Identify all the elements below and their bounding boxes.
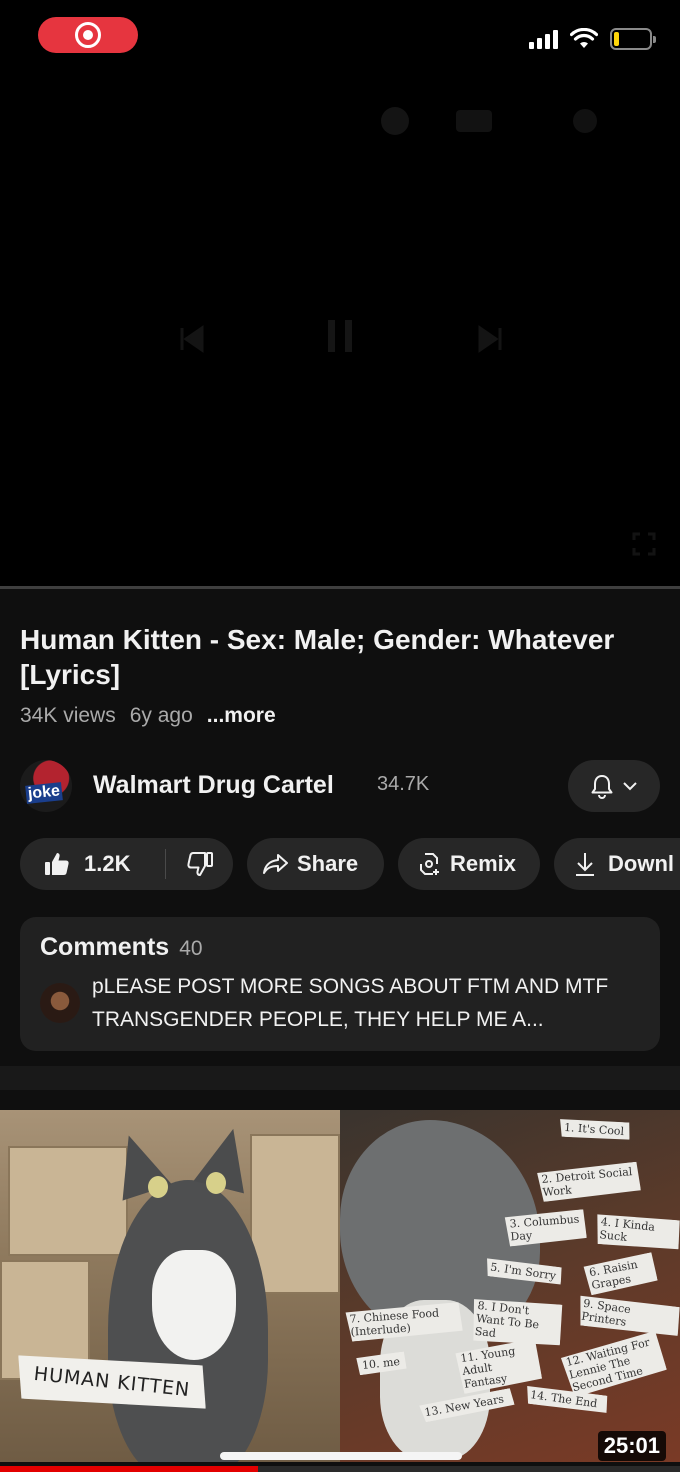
like-count: 1.2K: [84, 851, 131, 876]
previous-icon[interactable]: [176, 324, 206, 354]
share-icon: [263, 854, 288, 874]
captions-icon[interactable]: [454, 106, 494, 136]
download-button[interactable]: Downl: [554, 838, 680, 890]
view-count: 34K views: [20, 704, 116, 727]
video-duration-badge: 25:01: [597, 1431, 666, 1461]
player-progress-bar[interactable]: [0, 586, 680, 589]
tracklist-item: 4. I Kinda Suck: [593, 1212, 680, 1253]
chevron-down-icon: [623, 782, 637, 791]
watch-progress-fill: [0, 1466, 259, 1472]
section-separator: [0, 1066, 680, 1090]
pause-icon[interactable]: [322, 316, 358, 356]
settings-icon[interactable]: [570, 106, 600, 136]
like-button[interactable]: 1.2K: [20, 851, 165, 877]
battery-icon: [610, 28, 656, 50]
like-dislike-group: 1.2K: [20, 838, 233, 890]
commenter-avatar: [40, 983, 80, 1023]
video-player[interactable]: [0, 70, 680, 586]
thumbs-up-icon: [45, 853, 69, 875]
fullscreen-icon[interactable]: [632, 532, 656, 556]
tracklist-item: 6. Raisin Grapes: [582, 1252, 658, 1296]
comments-panel[interactable]: Comments 40 pLEASE POST MORE SONGS ABOUT…: [20, 917, 660, 1051]
tracklist-item: 1. It's Cool: [557, 1118, 630, 1142]
remix-label: Remix: [450, 851, 517, 876]
status-icons: [529, 28, 656, 50]
comments-header: Comments 40: [40, 933, 203, 962]
video-meta[interactable]: 34K views 6y ago ...more: [20, 704, 276, 728]
upload-age: 6y ago: [129, 704, 193, 727]
status-bar: [0, 0, 680, 70]
wifi-icon: [570, 28, 598, 48]
channel-row[interactable]: joke Walmart Drug Cartel 34.7K: [20, 758, 660, 814]
record-icon: [75, 22, 101, 48]
comments-count: 40: [179, 937, 203, 960]
remix-icon: [420, 853, 439, 875]
next-video-thumbnail[interactable]: HUMAN KITTEN 1. It's Cool 2. Detroit Soc…: [0, 1110, 680, 1462]
tracklist-item: 12. Waiting For Lennie The Second Time: [558, 1330, 668, 1398]
tracklist-item: 9. Space Printers: [574, 1293, 680, 1339]
tracklist-collage: 1. It's Cool 2. Detroit Social Work 3. C…: [340, 1110, 680, 1462]
subscriber-count: 34.7K: [377, 773, 430, 795]
next-icon[interactable]: [476, 324, 506, 354]
subscription-bell-button[interactable]: [568, 760, 660, 812]
download-icon: [576, 853, 594, 876]
download-label: Downl: [608, 851, 674, 876]
tracklist-item: 2. Detroit Social Work: [535, 1162, 641, 1203]
screen-recording-indicator[interactable]: [38, 17, 138, 53]
more-link[interactable]: ...more: [207, 704, 276, 728]
channel-avatar[interactable]: joke: [20, 760, 72, 812]
cast-icon[interactable]: [378, 106, 412, 136]
share-label: Share: [297, 851, 359, 876]
bell-icon: [591, 775, 613, 799]
comments-title: Comments: [40, 933, 170, 961]
remix-button[interactable]: Remix: [398, 838, 540, 890]
cat-photo-left: HUMAN KITTEN: [0, 1110, 340, 1462]
home-indicator[interactable]: [220, 1452, 462, 1460]
top-comment-text: pLEASE POST MORE SONGS ABOUT FTM AND MTF…: [92, 975, 609, 1031]
share-button[interactable]: Share: [247, 838, 384, 890]
thumbs-down-icon: [186, 852, 213, 876]
cellular-signal-icon: [529, 29, 558, 49]
channel-avatar-label: joke: [25, 782, 63, 804]
dislike-button[interactable]: [166, 851, 233, 877]
action-bar: 1.2K Share Remix Downl: [20, 838, 680, 890]
battery-level: [614, 32, 620, 46]
next-video-watch-progress: [0, 1466, 680, 1472]
channel-name[interactable]: Walmart Drug Cartel: [93, 771, 334, 800]
video-title[interactable]: Human Kitten - Sex: Male; Gender: Whatev…: [20, 622, 650, 692]
